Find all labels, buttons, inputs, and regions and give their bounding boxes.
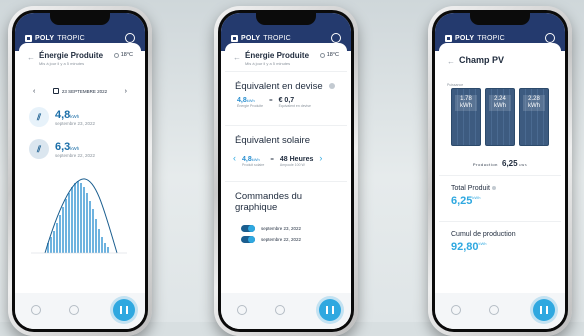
solar-next-button[interactable]: › bbox=[319, 153, 322, 167]
logo-icon bbox=[231, 35, 238, 42]
production-summary: Production 6,25 kWh bbox=[472, 159, 528, 168]
home-icon[interactable] bbox=[237, 305, 247, 315]
settings-icon[interactable] bbox=[545, 33, 555, 43]
chart-bars bbox=[47, 181, 109, 253]
back-arrow-icon[interactable]: ← bbox=[233, 53, 241, 62]
logo-icon bbox=[25, 35, 32, 42]
screen-equivalents: POLY TROPIC ← Énergie Produite Mis à jour… bbox=[221, 13, 351, 329]
toggle-switch[interactable] bbox=[241, 236, 255, 243]
back-arrow-icon[interactable]: ← bbox=[447, 57, 455, 66]
logo-icon bbox=[445, 35, 452, 42]
stats-icon[interactable] bbox=[69, 305, 79, 315]
section-chart-controls: Commandes du graphique bbox=[235, 191, 303, 213]
solar-prev-button[interactable]: ‹ bbox=[233, 153, 236, 167]
phone-pv-field: POLY TROPIC ← Champ PV Puissance 1.78 kWh … bbox=[428, 6, 572, 336]
date-picker: ‹ 23 SEPTEMBRE 2022 › bbox=[33, 85, 127, 97]
page-subtitle: Mis à jour il y a 5 minutes bbox=[245, 61, 291, 66]
page-subtitle: Mis à jour il y a 5 minutes bbox=[39, 61, 85, 66]
bottom-nav bbox=[221, 293, 351, 329]
brand-logo: POLY TROPIC bbox=[445, 35, 505, 42]
legend-item[interactable]: septembre 23, 2022 bbox=[241, 225, 301, 232]
content-card: ← Énergie Produite Mis à jour il y a 5 m… bbox=[225, 43, 347, 329]
temperature: 18°C bbox=[319, 52, 339, 58]
content-card: ← Champ PV Puissance 1.78 kWh 2.24 kWh 2.2… bbox=[439, 43, 561, 329]
solar-panel-icon: ⫽ bbox=[29, 139, 49, 159]
legend-item[interactable]: septembre 22, 2022 bbox=[241, 236, 301, 243]
pv-panel[interactable]: 2.28 kWh bbox=[519, 88, 549, 146]
stats-icon[interactable] bbox=[489, 305, 499, 315]
pv-panel[interactable]: 2.24 kWh bbox=[485, 88, 515, 146]
phone-equivalents: POLY TROPIC ← Énergie Produite Mis à jour… bbox=[214, 6, 358, 336]
sun-icon bbox=[319, 52, 325, 58]
page-title: Champ PV bbox=[459, 55, 505, 65]
notch bbox=[256, 13, 316, 25]
info-icon[interactable] bbox=[491, 186, 496, 191]
page-title: Énergie Produite bbox=[245, 51, 310, 60]
date-next-button[interactable]: › bbox=[125, 88, 127, 95]
notch bbox=[50, 13, 110, 25]
menu-fab[interactable] bbox=[319, 299, 341, 321]
calendar-icon bbox=[52, 88, 59, 94]
section-currency: Équivalent en devise bbox=[235, 81, 337, 92]
bottom-nav bbox=[15, 293, 145, 329]
settings-icon[interactable] bbox=[331, 33, 341, 43]
page-title: Énergie Produite bbox=[39, 51, 104, 60]
cumulative-production: Cumul de production 92,80kWh bbox=[451, 231, 516, 253]
brand-logo: POLY TROPIC bbox=[231, 35, 291, 42]
energy-value-today: ⫽ 4,8kWh septembre 23, 2022 bbox=[29, 107, 95, 127]
menu-fab[interactable] bbox=[113, 299, 135, 321]
bottom-nav bbox=[435, 293, 565, 329]
pv-panel[interactable]: 1.78 kWh bbox=[451, 88, 481, 146]
info-icon[interactable] bbox=[328, 83, 335, 90]
currency-equivalence: 4,8kWh Énergie Produite = € 0,7 Équivalent… bbox=[237, 97, 311, 108]
home-icon[interactable] bbox=[451, 305, 461, 315]
solar-equivalence: ‹ 4,8kWh Produit solaire = 48 Heures Ampou… bbox=[233, 153, 323, 167]
stats-icon[interactable] bbox=[275, 305, 285, 315]
screen-pv-field: POLY TROPIC ← Champ PV Puissance 1.78 kWh … bbox=[435, 13, 565, 329]
home-icon[interactable] bbox=[31, 305, 41, 315]
total-produced: Total Produit 6,25kWh bbox=[451, 185, 496, 207]
content-card: ← Énergie Produite Mis à jour il y a 5 m… bbox=[19, 43, 141, 329]
temperature: 18°C bbox=[113, 52, 133, 58]
section-solar: Équivalent solaire bbox=[235, 135, 310, 146]
notch bbox=[470, 13, 530, 25]
screen-energy: POLY TROPIC ← Énergie Produite Mis à jour… bbox=[15, 13, 145, 329]
date-display[interactable]: 23 SEPTEMBRE 2022 bbox=[52, 88, 107, 94]
settings-icon[interactable] bbox=[125, 33, 135, 43]
toggle-switch[interactable] bbox=[241, 225, 255, 232]
solar-panel-icon: ⫽ bbox=[29, 107, 49, 127]
sun-icon bbox=[113, 52, 119, 58]
back-arrow-icon[interactable]: ← bbox=[27, 53, 35, 62]
menu-fab[interactable] bbox=[533, 299, 555, 321]
date-prev-button[interactable]: ‹ bbox=[33, 88, 35, 95]
production-chart bbox=[31, 178, 127, 254]
pv-panels: Puissance 1.78 kWh 2.24 kWh 2.28 kWh bbox=[447, 83, 553, 149]
phone-energy: POLY TROPIC ← Énergie Produite Mis à jour… bbox=[8, 6, 152, 336]
pv-label: Puissance bbox=[447, 83, 464, 87]
brand-logo: POLY TROPIC bbox=[25, 35, 85, 42]
energy-value-yesterday: ⫽ 6,3kWh septembre 22, 2022 bbox=[29, 139, 95, 159]
